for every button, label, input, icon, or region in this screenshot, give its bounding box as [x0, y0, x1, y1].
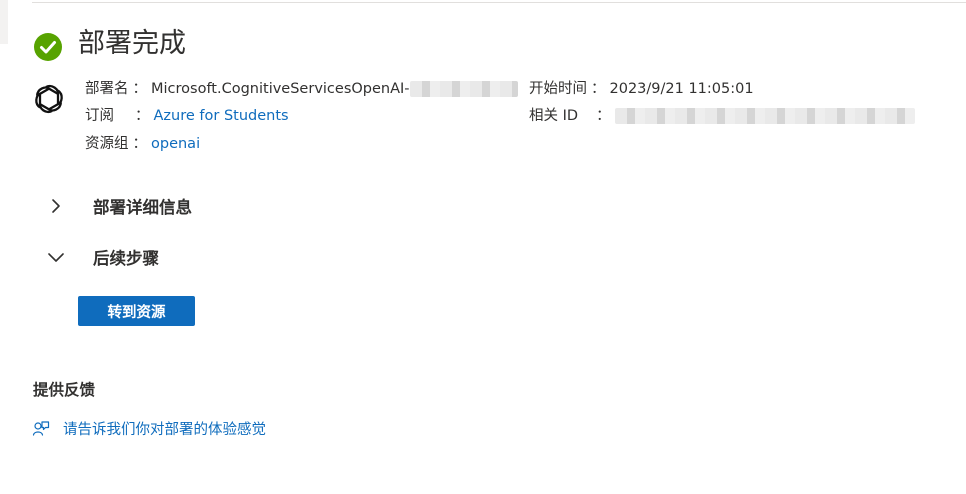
- scrollbar[interactable]: [0, 0, 8, 44]
- resource-group-label: 资源组: [85, 136, 129, 152]
- deployment-details-label: 部署详细信息: [93, 198, 192, 217]
- next-steps-label: 后续步骤: [93, 249, 159, 268]
- feedback-heading: 提供反馈: [33, 381, 96, 399]
- subscription-label: 订阅: [85, 108, 114, 124]
- deployment-details-toggle[interactable]: 部署详细信息: [44, 194, 192, 218]
- resource-group-link[interactable]: openai: [151, 136, 200, 152]
- feedback-person-icon: [32, 420, 50, 436]
- redacted-block: [409, 81, 518, 97]
- check-circle-icon: [34, 33, 62, 61]
- start-time-row: 开始时间： 2023/9/21 11:05:01: [529, 79, 754, 99]
- subscription-row: 订阅 ： Azure for Students: [85, 106, 289, 126]
- feedback-link-label: 请告诉我们你对部署的体验感觉: [63, 422, 266, 438]
- openai-icon: [35, 84, 63, 114]
- start-time-value: 2023/9/21 11:05:01: [609, 81, 754, 97]
- chevron-down-icon: [48, 253, 64, 262]
- separator: ：: [132, 136, 148, 152]
- start-time-label: 开始时间: [529, 81, 587, 97]
- chevron-right-icon: [52, 199, 60, 213]
- deployment-name-value: Microsoft.CognitiveServicesOpenAI-: [151, 81, 410, 97]
- separator: ：: [591, 81, 606, 97]
- correlation-id-row: 相关 ID ：: [529, 106, 915, 126]
- deployment-name-row: 部署名： Microsoft.CognitiveServicesOpenAI-: [85, 79, 518, 99]
- go-to-resource-button[interactable]: 转到资源: [78, 296, 195, 326]
- separator: ：: [596, 108, 611, 124]
- separator: ：: [135, 108, 150, 124]
- deployment-name-label: 部署名: [85, 81, 129, 97]
- resource-group-row: 资源组： openai: [85, 134, 200, 154]
- deployment-overview-page: 部署完成 部署名： Microsoft.CognitiveServicesOpen…: [0, 0, 966, 494]
- separator: ：: [132, 81, 148, 97]
- next-steps-toggle[interactable]: 后续步骤: [44, 245, 159, 269]
- subscription-link[interactable]: Azure for Students: [154, 108, 289, 124]
- page-title: 部署完成: [78, 28, 186, 59]
- correlation-id-label: 相关 ID: [529, 108, 579, 124]
- feedback-link[interactable]: 请告诉我们你对部署的体验感觉: [32, 418, 266, 439]
- top-divider: [32, 2, 966, 3]
- redacted-block: [614, 108, 915, 124]
